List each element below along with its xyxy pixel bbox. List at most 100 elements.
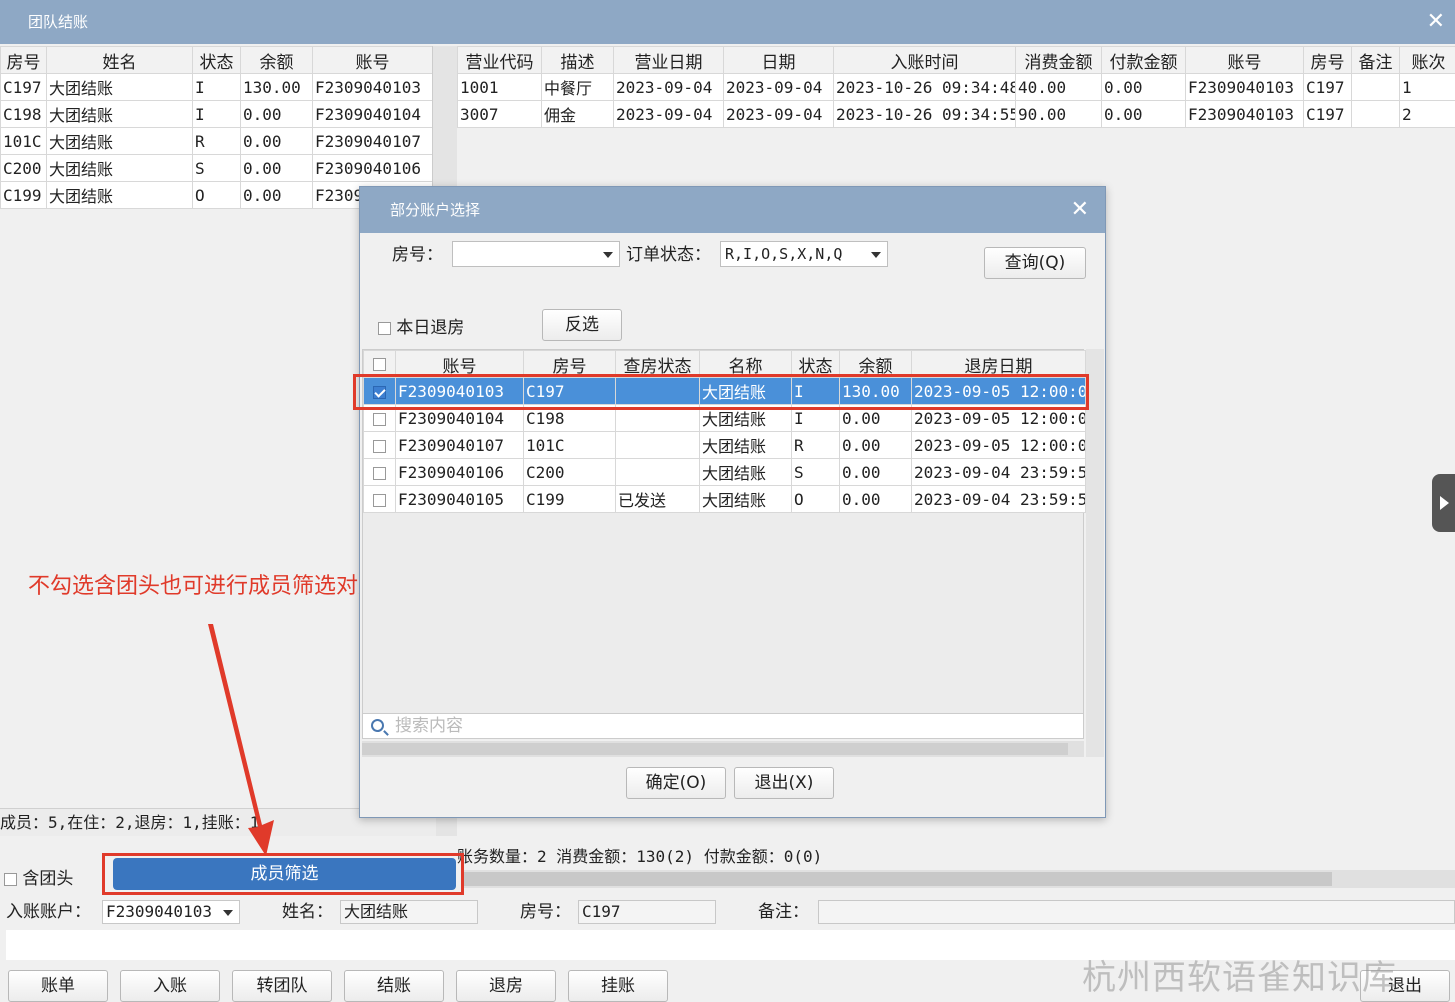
account-cell: 2023-09-04 [723, 100, 834, 128]
annotation-arrow [208, 624, 274, 856]
dialog-cell: 大团结账 [699, 485, 792, 513]
dialog-search-input[interactable]: 搜索内容 [362, 713, 1084, 739]
dialog-close-icon[interactable]: ✕ [1071, 187, 1089, 233]
dialog-row[interactable]: F2309040106 C200 大团结账 S 0.00 2023-09-04 23:59… [363, 458, 1086, 486]
dialog-row[interactable]: F2309040105 C199 已发送 大团结账 O 0.00 2023-09-04 23… [363, 485, 1086, 513]
dialog-cell: C200 [523, 458, 616, 486]
invert-selection-button[interactable]: 反选 [542, 309, 622, 341]
member-cell: S [192, 154, 241, 182]
account-col-header[interactable]: 日期 [723, 46, 834, 74]
transfer-group-button[interactable]: 转团队 [232, 970, 332, 1002]
account-col-header[interactable]: 营业日期 [613, 46, 724, 74]
member-cell: 大团结账 [46, 181, 193, 209]
member-cell: 大团结账 [46, 154, 193, 182]
row-check-cell[interactable] [363, 431, 396, 459]
include-leader-checkbox[interactable]: 含团头 [4, 864, 73, 889]
member-cell: C197 [0, 73, 47, 101]
dialog-cell: 大团结账 [699, 458, 792, 486]
dialog-cell [615, 458, 700, 486]
chevron-down-icon [871, 252, 881, 258]
dialog-exit-button[interactable]: 退出(X) [734, 767, 834, 799]
room-field: C197 [578, 900, 716, 924]
dialog-cell: 2023-09-05 12:00:00 [911, 431, 1086, 459]
row-checkbox[interactable] [373, 412, 386, 426]
account-col-header[interactable]: 账次 [1399, 46, 1455, 74]
account-cell: 2023-09-04 [613, 100, 724, 128]
hang-account-button[interactable]: 挂账 [568, 970, 668, 1002]
side-expand-tab[interactable] [1432, 474, 1455, 532]
checkout-button[interactable]: 退房 [456, 970, 556, 1002]
dialog-scrollbar-thumb[interactable] [362, 743, 1068, 755]
order-status-select[interactable]: R,I,O,S,X,N,Q [720, 241, 888, 267]
member-row[interactable]: C197 大团结账 I 130.00 F2309040103 [0, 73, 433, 101]
member-col-header[interactable]: 状态 [192, 46, 241, 74]
dialog-vertical-scrollbar[interactable] [1086, 349, 1104, 757]
entry-account-select[interactable]: F2309040103 [102, 900, 240, 924]
member-cell: O [192, 181, 241, 209]
account-cell: 3007 [457, 100, 542, 128]
account-col-header[interactable]: 备注 [1351, 46, 1400, 74]
partial-account-dialog: 部分账户选择 ✕ 房号： 订单状态： R,I,O,S,X,N,Q 查询(Q) 本… [359, 186, 1106, 818]
member-row[interactable]: C200 大团结账 S 0.00 F2309040106 [0, 154, 433, 182]
account-cell: 中餐厅 [541, 73, 614, 101]
include-leader-check[interactable] [4, 872, 17, 886]
dialog-room-select[interactable] [452, 241, 620, 267]
select-all-check[interactable] [373, 357, 386, 371]
member-col-header[interactable]: 姓名 [46, 46, 193, 74]
row-check-cell[interactable] [363, 485, 396, 513]
account-cell: 2023-10-26 09:34:55 [833, 100, 1016, 128]
account-cell [1351, 100, 1400, 128]
account-row[interactable]: 1001 中餐厅 2023-09-04 2023-09-04 2023-10-26 09… [457, 73, 1455, 101]
member-col-header[interactable]: 余额 [240, 46, 313, 74]
row-check-cell[interactable] [363, 458, 396, 486]
member-col-header[interactable]: 账号 [312, 46, 433, 74]
dialog-ok-button[interactable]: 确定(O) [626, 767, 726, 799]
account-row[interactable]: 3007 佣金 2023-09-04 2023-09-04 2023-10-26 09:… [457, 100, 1455, 128]
account-col-header[interactable]: 付款金额 [1101, 46, 1186, 74]
member-cell: 0.00 [240, 100, 313, 128]
include-leader-label: 含团头 [22, 869, 74, 889]
account-cell: 0.00 [1101, 73, 1186, 101]
close-icon[interactable]: ✕ [1427, 0, 1445, 44]
account-cell: 1001 [457, 73, 542, 101]
row-checkbox[interactable] [373, 439, 386, 453]
account-col-header[interactable]: 描述 [541, 46, 614, 74]
dialog-horizontal-scrollbar[interactable] [362, 741, 1084, 757]
account-col-header[interactable]: 消费金额 [1015, 46, 1102, 74]
row-checkbox[interactable] [373, 493, 386, 507]
post-button[interactable]: 入账 [120, 970, 220, 1002]
member-cell: R [192, 127, 241, 155]
selected-row-highlight-box [353, 374, 1089, 410]
account-col-header[interactable]: 营业代码 [457, 46, 542, 74]
scrollbar-thumb[interactable] [462, 872, 1332, 886]
checkout-today-checkbox[interactable]: 本日退房 [378, 313, 464, 338]
member-row[interactable]: 101C 大团结账 R 0.00 F2309040107 [0, 127, 433, 155]
account-col-header[interactable]: 账号 [1185, 46, 1304, 74]
account-col-header[interactable]: 房号 [1303, 46, 1352, 74]
watermark: 杭州西软语雀知识库 [1082, 958, 1397, 998]
account-col-header[interactable]: 入账时间 [833, 46, 1016, 74]
member-row[interactable]: C198 大团结账 I 0.00 F2309040104 [0, 100, 433, 128]
query-button[interactable]: 查询(Q) [984, 247, 1086, 279]
dialog-cell: S [791, 458, 840, 486]
horizontal-scrollbar[interactable] [462, 870, 1455, 888]
dialog-cell: 2023-09-04 23:59:59 [911, 458, 1086, 486]
checkout-today-check[interactable] [378, 321, 391, 335]
remark-field[interactable] [818, 900, 1455, 924]
account-cell: 2023-10-26 09:34:48 [833, 73, 1016, 101]
row-checkbox[interactable] [373, 466, 386, 480]
bill-button[interactable]: 账单 [8, 970, 108, 1002]
dialog-cell: F2309040107 [395, 431, 524, 459]
account-cell: 40.00 [1015, 73, 1102, 101]
dialog-cell: 101C [523, 431, 616, 459]
account-cell: C197 [1303, 100, 1352, 128]
member-cell: 0.00 [240, 181, 313, 209]
dialog-row[interactable]: F2309040107 101C 大团结账 R 0.00 2023-09-05 12:00… [363, 431, 1086, 459]
member-cell: F2309040103 [312, 73, 433, 101]
member-cell: C198 [0, 100, 47, 128]
dialog-title: 部分账户选择 [390, 201, 481, 219]
member-col-header[interactable]: 房号 [0, 46, 47, 74]
account-cell [1351, 73, 1400, 101]
settle-button[interactable]: 结账 [344, 970, 444, 1002]
search-icon [371, 719, 384, 732]
